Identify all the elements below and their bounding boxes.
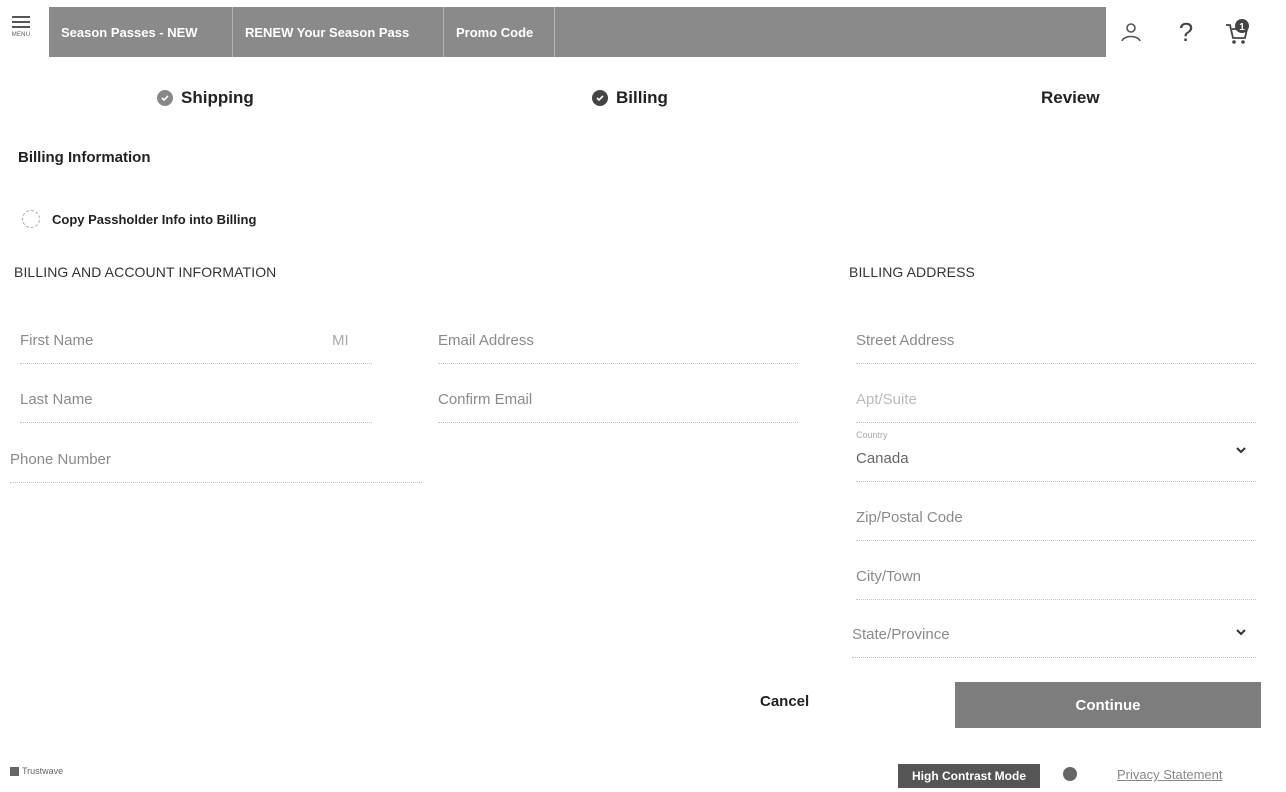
zip-postal-field[interactable]: Zip/Postal Code	[856, 495, 1256, 541]
apt-suite-placeholder: Apt/Suite	[856, 391, 917, 408]
cart-count-badge: 1	[1239, 22, 1245, 33]
last-name-placeholder: Last Name	[20, 391, 93, 408]
check-circle-icon	[157, 90, 173, 106]
continue-button[interactable]: Continue	[955, 682, 1261, 728]
page-title: Billing Information	[18, 149, 151, 166]
chevron-down-icon	[1236, 629, 1246, 636]
top-bar: MENU Season Passes - NEW RENEW Your Seas…	[0, 0, 1286, 64]
contrast-icon[interactable]	[1063, 767, 1077, 781]
privacy-statement-link[interactable]: Privacy Statement	[1117, 767, 1223, 782]
step-label: Review	[1041, 88, 1100, 107]
middle-initial-placeholder[interactable]: MI	[332, 332, 349, 349]
country-label: Country	[856, 430, 888, 440]
checkout-steps: Shipping Billing Review	[0, 88, 1286, 114]
first-name-field[interactable]: First Name MI	[20, 318, 372, 364]
hamburger-line	[12, 21, 30, 23]
confirm-email-field[interactable]: Confirm Email	[438, 377, 798, 423]
field-underline	[856, 540, 1256, 541]
user-icon[interactable]	[1117, 18, 1145, 46]
field-underline	[20, 422, 372, 423]
city-town-placeholder: City/Town	[856, 568, 922, 585]
billing-address-heading: BILLING ADDRESS	[849, 264, 975, 280]
trustwave-label: Trustwave	[22, 766, 64, 776]
field-underline	[856, 363, 1256, 364]
main-nav: Season Passes - NEW RENEW Your Season Pa…	[49, 7, 1106, 57]
state-province-select[interactable]: State/Province	[852, 612, 1256, 658]
step-shipping[interactable]: Shipping	[157, 88, 254, 108]
nav-tab-renew-season-pass[interactable]: RENEW Your Season Pass	[233, 7, 444, 57]
last-name-field[interactable]: Last Name	[20, 377, 372, 423]
field-underline	[852, 657, 1256, 658]
zip-postal-placeholder: Zip/Postal Code	[856, 509, 963, 526]
field-underline	[10, 482, 422, 483]
field-underline	[438, 363, 798, 364]
country-value: Canada	[856, 450, 909, 467]
email-placeholder: Email Address	[438, 332, 534, 349]
field-underline	[856, 481, 1256, 482]
nav-tab-season-passes-new[interactable]: Season Passes - NEW	[49, 7, 233, 57]
help-icon[interactable]: ?	[1172, 17, 1200, 47]
menu-label: MENU	[11, 32, 31, 38]
apt-suite-field[interactable]: Apt/Suite	[856, 377, 1256, 423]
nav-tab-promo-code[interactable]: Promo Code	[444, 7, 555, 57]
checkbox-icon	[22, 210, 40, 228]
city-town-field[interactable]: City/Town	[856, 554, 1256, 600]
street-address-field[interactable]: Street Address	[856, 318, 1256, 364]
check-circle-icon	[592, 90, 608, 106]
trustwave-logo[interactable]: Trustwave	[10, 766, 63, 776]
copy-passholder-checkbox[interactable]: Copy Passholder Info into Billing	[22, 210, 256, 228]
email-field[interactable]: Email Address	[438, 318, 798, 364]
confirm-email-placeholder: Confirm Email	[438, 391, 533, 408]
country-select[interactable]: Country Canada	[856, 430, 1256, 482]
step-label: Shipping	[181, 88, 254, 107]
phone-placeholder: Phone Number	[10, 451, 111, 468]
step-billing: Billing	[592, 88, 668, 108]
state-province-placeholder: State/Province	[852, 626, 950, 643]
first-name-placeholder: First Name	[20, 332, 94, 349]
cancel-button[interactable]: Cancel	[760, 693, 809, 710]
trustwave-icon	[10, 766, 19, 776]
step-review: Review	[1041, 88, 1100, 108]
field-underline	[856, 422, 1256, 423]
phone-field[interactable]: Phone Number	[10, 437, 422, 483]
chevron-down-icon	[1236, 447, 1246, 454]
account-info-heading: BILLING AND ACCOUNT INFORMATION	[14, 264, 277, 280]
hamburger-line	[12, 26, 30, 28]
copy-passholder-label: Copy Passholder Info into Billing	[52, 211, 257, 227]
hamburger-icon	[12, 16, 30, 18]
step-label: Billing	[616, 88, 668, 107]
field-underline	[438, 422, 798, 423]
field-underline	[856, 599, 1256, 600]
field-underline	[20, 363, 372, 364]
cart-icon[interactable]: 1	[1223, 18, 1251, 46]
menu-button[interactable]: MENU	[8, 16, 34, 50]
high-contrast-button[interactable]: High Contrast Mode	[898, 764, 1040, 788]
street-address-placeholder: Street Address	[856, 332, 955, 349]
